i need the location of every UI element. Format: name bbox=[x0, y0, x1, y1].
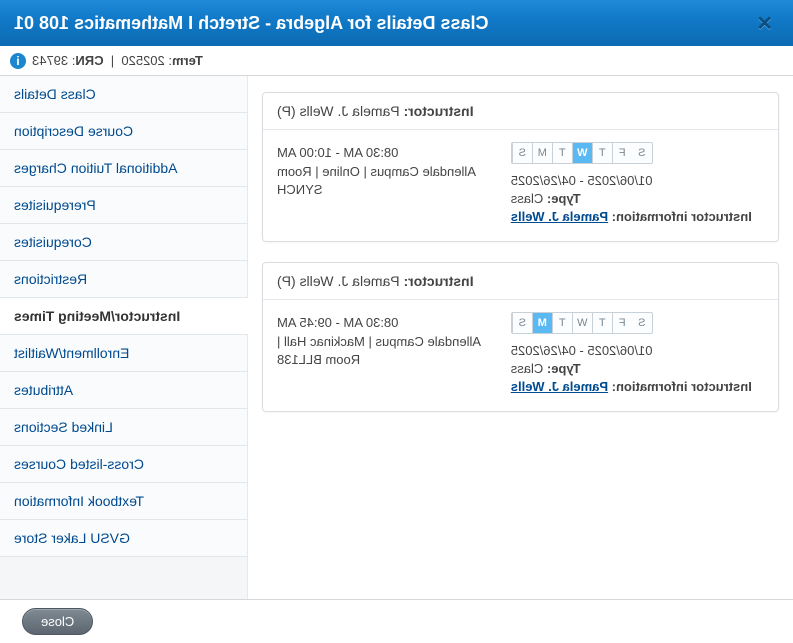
instructor-label: Instructor: bbox=[400, 273, 474, 289]
day-m: M bbox=[532, 313, 552, 333]
instructor-link[interactable]: Pamela J. Wells bbox=[511, 209, 608, 224]
nav-item-course-description[interactable]: Course Description bbox=[0, 113, 247, 150]
meeting-panel: Instructor: Pamela J. Wells (P)SMTWTFS01… bbox=[262, 92, 779, 242]
instructor-info: Instructor information: Pamela J. Wells bbox=[511, 379, 764, 394]
day-m: M bbox=[532, 143, 552, 163]
meeting-location: Allendale Campus | Online | Room SYNCH bbox=[277, 163, 497, 198]
instructor-name: Pamela J. Wells (P) bbox=[277, 103, 400, 119]
days-of-week: SMTWTFS bbox=[511, 312, 653, 334]
meeting-panel-header: Instructor: Pamela J. Wells (P) bbox=[263, 93, 778, 130]
meeting-panel-body: SMTWTFS01/06/2025 - 04/26/2025Type: Clas… bbox=[263, 130, 778, 241]
instructor-info: Instructor information: Pamela J. Wells bbox=[511, 209, 764, 224]
info-icon[interactable]: i bbox=[10, 53, 26, 69]
meeting-panel-header: Instructor: Pamela J. Wells (P) bbox=[263, 263, 778, 300]
meeting-type: Type: Class bbox=[511, 361, 764, 376]
meeting-dates: 01/06/2025 - 04/26/2025 bbox=[511, 173, 764, 188]
meeting-location: Allendale Campus | Mackinac Hall | Room … bbox=[277, 333, 497, 368]
term-label: Term: 202520 | CRN: 39743 bbox=[32, 53, 203, 68]
instructor-link[interactable]: Pamela J. Wells bbox=[511, 379, 608, 394]
day-s: S bbox=[632, 143, 652, 163]
meeting-type: Type: Class bbox=[511, 191, 764, 206]
day-u: S bbox=[512, 143, 532, 163]
nav-item-corequisites[interactable]: Corequisites bbox=[0, 224, 247, 261]
day-s: S bbox=[632, 313, 652, 333]
instructor-name: Pamela J. Wells (P) bbox=[277, 273, 400, 289]
day-r: T bbox=[592, 143, 612, 163]
meeting-time: 08:30 AM - 10:00 AM bbox=[277, 145, 497, 160]
day-t: T bbox=[552, 143, 572, 163]
nav-item-prerequisites[interactable]: Prerequisites bbox=[0, 187, 247, 224]
close-button[interactable]: Close bbox=[22, 608, 93, 635]
nav-item-instructor-meeting-times[interactable]: Instructor/Meeting Times bbox=[0, 298, 247, 335]
nav-item-additional-tuition-charges[interactable]: Additional Tuition Charges bbox=[0, 150, 247, 187]
nav-item-class-details[interactable]: Class Details bbox=[0, 76, 247, 113]
close-icon[interactable]: ✕ bbox=[750, 11, 779, 36]
side-nav: Class DetailsCourse DescriptionAdditiona… bbox=[0, 76, 248, 599]
nav-item-gvsu-laker-store[interactable]: GVSU Laker Store bbox=[0, 520, 247, 557]
nav-item-enrollment-waitlist[interactable]: Enrollment/Waitlist bbox=[0, 335, 247, 372]
day-f: F bbox=[612, 313, 632, 333]
day-t: T bbox=[552, 313, 572, 333]
day-f: F bbox=[612, 143, 632, 163]
instructor-label: Instructor: bbox=[400, 103, 474, 119]
meeting-panel-body: SMTWTFS01/06/2025 - 04/26/2025Type: Clas… bbox=[263, 300, 778, 411]
day-w: W bbox=[572, 143, 592, 163]
meeting-time: 08:30 AM - 09:45 AM bbox=[277, 315, 497, 330]
meeting-panel: Instructor: Pamela J. Wells (P)SMTWTFS01… bbox=[262, 262, 779, 412]
content-area: Instructor: Pamela J. Wells (P)SMTWTFS01… bbox=[248, 76, 793, 599]
nav-item-linked-sections[interactable]: Linked Sections bbox=[0, 409, 247, 446]
day-r: T bbox=[592, 313, 612, 333]
meeting-dates: 01/06/2025 - 04/26/2025 bbox=[511, 343, 764, 358]
day-u: S bbox=[512, 313, 532, 333]
days-of-week: SMTWTFS bbox=[511, 142, 653, 164]
nav-item-restrictions[interactable]: Restrictions bbox=[0, 261, 247, 298]
nav-item-attributes[interactable]: Attributes bbox=[0, 372, 247, 409]
nav-item-cross-listed-courses[interactable]: Cross-listed Courses bbox=[0, 446, 247, 483]
dialog-title: Class Details for Algebra - Stretch I Ma… bbox=[14, 13, 489, 34]
day-w: W bbox=[572, 313, 592, 333]
nav-item-textbook-information[interactable]: Textbook Information bbox=[0, 483, 247, 520]
